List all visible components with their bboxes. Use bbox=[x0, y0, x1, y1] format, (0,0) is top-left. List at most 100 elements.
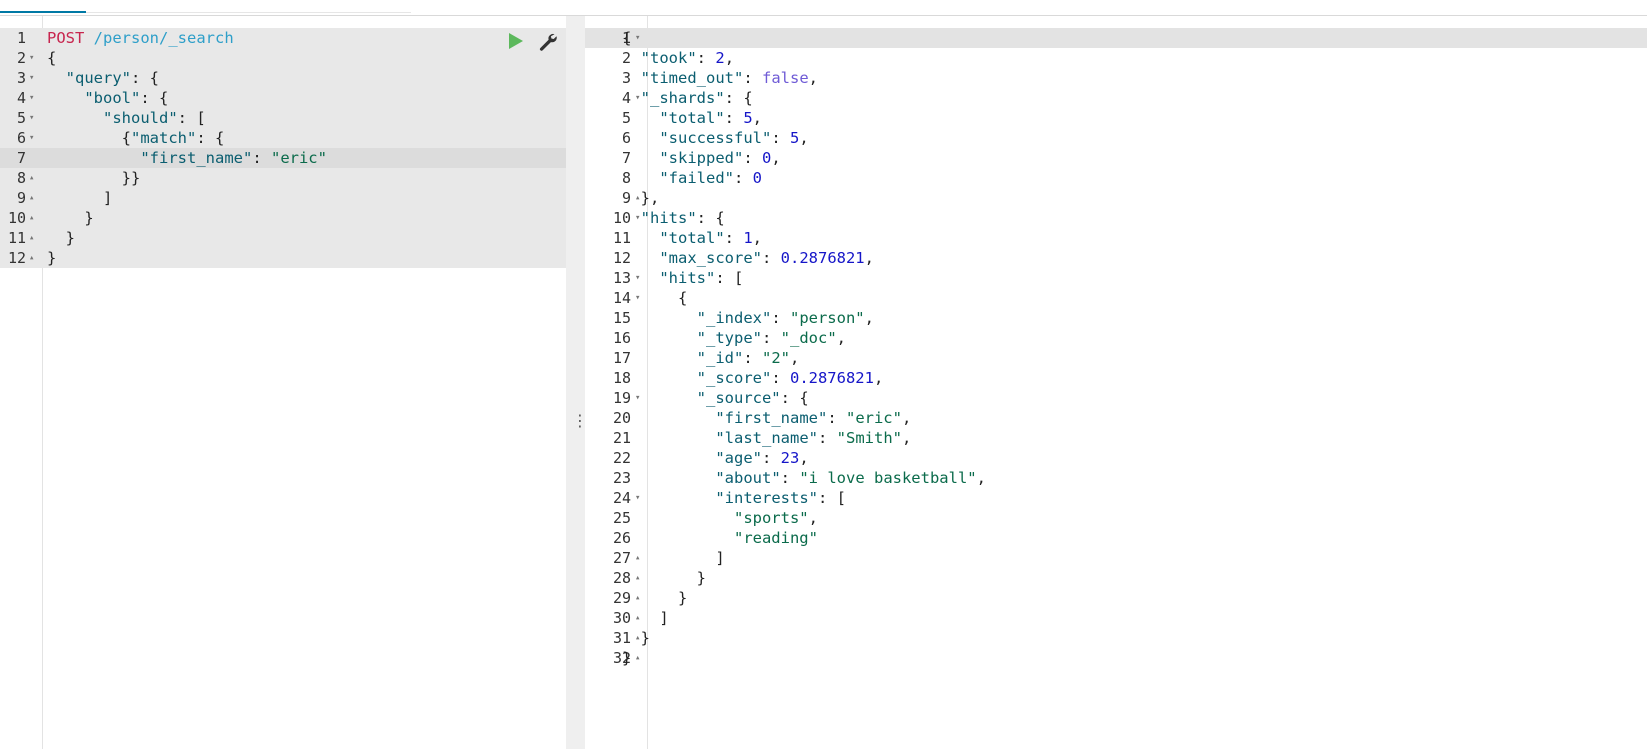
token-punc bbox=[622, 89, 641, 107]
code-line[interactable]: 6 "successful": 5, bbox=[585, 128, 1647, 148]
code-line[interactable]: 24 ▾ "interests": [ bbox=[585, 488, 1647, 508]
code-line[interactable]: 2 ▾ { bbox=[0, 48, 566, 68]
token-punc: , bbox=[976, 469, 986, 487]
token-num: 5 bbox=[789, 129, 800, 147]
code-line[interactable]: 29 ▴ } bbox=[585, 588, 1647, 608]
fold-close-icon[interactable]: ▴ bbox=[635, 648, 640, 668]
code-line[interactable]: 19 ▾ "_source": { bbox=[585, 388, 1647, 408]
token-key: "max_score" bbox=[659, 249, 762, 267]
line-number: 10 bbox=[7, 209, 26, 227]
pane-divider[interactable]: ⋮ bbox=[566, 16, 588, 749]
request-code[interactable]: 1 POST /person/_search 2 ▾{3 ▾ "query": {4 ▾ … bbox=[0, 28, 566, 268]
code-line[interactable]: 3 ▾ "query": { bbox=[0, 68, 566, 88]
code-line[interactable]: 32 ▴} bbox=[585, 648, 1647, 668]
code-line[interactable]: 26 "reading" bbox=[585, 528, 1647, 548]
code-line[interactable]: 18 "_score": 0.2876821, bbox=[585, 368, 1647, 388]
code-line[interactable]: 13 ▾ "hits": [ bbox=[585, 268, 1647, 288]
fold-open-icon[interactable]: ▾ bbox=[29, 128, 34, 148]
code-line[interactable]: 2 "took": 2, bbox=[585, 48, 1647, 68]
token-key: "_index" bbox=[696, 309, 772, 327]
request-editor[interactable]: 1 POST /person/_search 2 ▾{3 ▾ "query": {4 ▾ … bbox=[0, 16, 566, 749]
code-line[interactable]: 17 "_id": "2", bbox=[585, 348, 1647, 368]
token-num: 23 bbox=[780, 449, 800, 467]
code-line[interactable]: 5 "total": 5, bbox=[585, 108, 1647, 128]
token-punc: : bbox=[762, 449, 781, 467]
fold-open-icon[interactable]: ▾ bbox=[29, 48, 34, 68]
code-line[interactable]: 28 ▴ } bbox=[585, 568, 1647, 588]
code-line[interactable]: 7 "skipped": 0, bbox=[585, 148, 1647, 168]
fold-open-icon[interactable]: ▾ bbox=[29, 108, 34, 128]
code-line[interactable]: 12 ▴} bbox=[0, 248, 566, 268]
token-str: "2" bbox=[762, 349, 790, 367]
fold-close-icon[interactable]: ▴ bbox=[29, 168, 34, 188]
token-key: "age" bbox=[715, 449, 762, 467]
code-text: } bbox=[622, 628, 650, 648]
token-str: "sports" bbox=[733, 509, 809, 527]
code-line[interactable]: 5 ▾ "should": [ bbox=[0, 108, 566, 128]
token-punc: : { bbox=[196, 129, 225, 147]
code-text: "successful": 5, bbox=[622, 128, 808, 148]
code-line[interactable]: 10 ▴ } bbox=[0, 208, 566, 228]
token-punc bbox=[622, 129, 659, 147]
token-punc: : { bbox=[696, 209, 725, 227]
token-key: "total" bbox=[659, 109, 725, 127]
code-line[interactable]: 22 "age": 23, bbox=[585, 448, 1647, 468]
token-punc bbox=[622, 149, 659, 167]
code-line[interactable]: 4 ▾ "bool": { bbox=[0, 88, 566, 108]
run-request-button[interactable] bbox=[504, 30, 526, 52]
code-text: "_index": "person", bbox=[622, 308, 874, 328]
code-text: "should": [ bbox=[47, 108, 206, 128]
code-line[interactable]: 6 ▾ {"match": { bbox=[0, 128, 566, 148]
token-punc: , bbox=[901, 429, 912, 447]
code-line[interactable]: 10 ▾ "hits": { bbox=[585, 208, 1647, 228]
settings-button[interactable] bbox=[537, 31, 559, 53]
code-line[interactable]: 3 "timed_out": false, bbox=[585, 68, 1647, 88]
code-line[interactable]: 9 ▴ }, bbox=[585, 188, 1647, 208]
code-line[interactable]: 7 "first_name": "eric" bbox=[0, 148, 566, 168]
token-punc: } bbox=[47, 229, 75, 247]
code-text: "total": 1, bbox=[622, 228, 762, 248]
code-line[interactable]: 23 "about": "i love basketball", bbox=[585, 468, 1647, 488]
code-line[interactable]: 30 ▴ ] bbox=[585, 608, 1647, 628]
response-viewer[interactable]: 1 ▾{2 "took": 2, 3 "timed_out": false, 4 ▾ "… bbox=[585, 16, 1647, 749]
code-line[interactable]: 1 ▾{ bbox=[585, 28, 1647, 48]
active-tab-indicator[interactable] bbox=[0, 11, 86, 13]
fold-open-icon[interactable]: ▾ bbox=[29, 68, 34, 88]
token-punc: } bbox=[622, 629, 650, 647]
code-line[interactable]: 8 ▴ }} bbox=[0, 168, 566, 188]
code-line[interactable]: 9 ▴ ] bbox=[0, 188, 566, 208]
fold-close-icon[interactable]: ▴ bbox=[29, 228, 34, 248]
fold-close-icon[interactable]: ▴ bbox=[29, 208, 34, 228]
token-key: "took" bbox=[640, 49, 697, 67]
code-line[interactable]: 31 ▴ } bbox=[585, 628, 1647, 648]
code-line[interactable]: 15 "_index": "person", bbox=[585, 308, 1647, 328]
code-line[interactable]: 8 "failed": 0 bbox=[585, 168, 1647, 188]
code-line[interactable]: 14 ▾ { bbox=[585, 288, 1647, 308]
token-key: "should" bbox=[103, 109, 178, 127]
token-punc: , bbox=[808, 509, 818, 527]
code-line[interactable]: 25 "sports", bbox=[585, 508, 1647, 528]
code-line[interactable]: 11 ▴ } bbox=[0, 228, 566, 248]
fold-open-icon[interactable]: ▾ bbox=[635, 28, 640, 48]
code-line[interactable]: 16 "_type": "_doc", bbox=[585, 328, 1647, 348]
code-line[interactable]: 21 "last_name": "Smith", bbox=[585, 428, 1647, 448]
token-punc: : bbox=[761, 249, 781, 267]
token-str: "Smith" bbox=[836, 429, 902, 447]
token-num: 0 bbox=[762, 149, 772, 167]
fold-close-icon[interactable]: ▴ bbox=[29, 248, 34, 268]
code-line[interactable]: 12 "max_score": 0.2876821, bbox=[585, 248, 1647, 268]
code-text: "hits": [ bbox=[622, 268, 743, 288]
code-line[interactable]: 1 POST /person/_search bbox=[0, 28, 566, 48]
code-line[interactable]: 11 "total": 1, bbox=[585, 228, 1647, 248]
token-punc bbox=[47, 109, 103, 127]
token-punc bbox=[622, 69, 641, 87]
code-line[interactable]: 27 ▴ ] bbox=[585, 548, 1647, 568]
fold-close-icon[interactable]: ▴ bbox=[29, 188, 34, 208]
code-line[interactable]: 20 "first_name": "eric", bbox=[585, 408, 1647, 428]
code-line[interactable]: 4 ▾ "_shards": { bbox=[585, 88, 1647, 108]
token-punc: : { bbox=[131, 69, 159, 87]
code-text: ] bbox=[622, 608, 668, 628]
token-punc: , bbox=[799, 449, 809, 467]
fold-open-icon[interactable]: ▾ bbox=[29, 88, 34, 108]
code-text: "timed_out": false, bbox=[622, 68, 818, 88]
